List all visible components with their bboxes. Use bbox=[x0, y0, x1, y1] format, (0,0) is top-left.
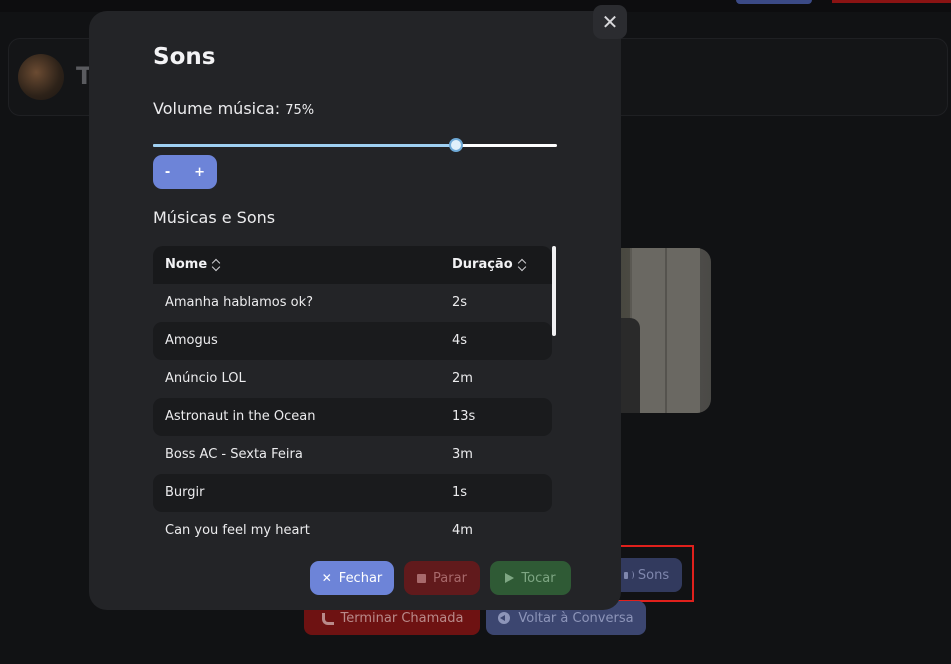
video-door-gap bbox=[665, 248, 667, 413]
avatar[interactable] bbox=[18, 54, 64, 100]
row-name: Anúncio LOL bbox=[165, 371, 246, 386]
row-duration: 2m bbox=[452, 371, 473, 386]
top-action-button[interactable] bbox=[736, 0, 812, 4]
table-row[interactable]: Can you feel my heart 4m bbox=[153, 512, 552, 540]
volume-percent: 75% bbox=[285, 103, 315, 118]
play-button[interactable]: Tocar bbox=[490, 561, 571, 595]
top-danger-button[interactable] bbox=[832, 0, 951, 3]
volume-slider[interactable] bbox=[153, 138, 557, 152]
modal-title: Sons bbox=[153, 44, 216, 70]
volume-slider-fill bbox=[153, 144, 456, 147]
sort-icon bbox=[211, 258, 221, 272]
table-row[interactable]: Boss AC - Sexta Feira 3m bbox=[153, 436, 552, 474]
table-row[interactable]: Burgir 1s bbox=[153, 474, 552, 512]
column-header-name-label: Nome bbox=[165, 257, 208, 272]
table-row[interactable]: Amanha hablamos ok? 2s bbox=[153, 284, 552, 322]
row-duration: 2s bbox=[452, 295, 468, 310]
play-button-label: Tocar bbox=[521, 570, 556, 586]
row-duration: 13s bbox=[452, 409, 476, 424]
volume-increase-button[interactable]: + bbox=[188, 165, 211, 180]
row-name: Boss AC - Sexta Feira bbox=[165, 447, 303, 462]
row-duration: 4s bbox=[452, 333, 468, 348]
stop-button-label: Parar bbox=[433, 570, 467, 586]
phone-icon bbox=[321, 612, 333, 624]
sounds-table: Nome Duração Amanha hablamos ok? 2s Amog… bbox=[153, 246, 553, 540]
row-name: Amogus bbox=[165, 333, 218, 348]
play-icon bbox=[505, 573, 515, 583]
table-scrollbar[interactable] bbox=[552, 246, 556, 336]
close-button[interactable]: ✕ Fechar bbox=[310, 561, 394, 595]
sounds-section-title: Músicas e Sons bbox=[153, 208, 276, 227]
close-icon: ✕ bbox=[321, 571, 332, 585]
stop-button[interactable]: Parar bbox=[404, 561, 480, 595]
back-to-chat-label: Voltar à Conversa bbox=[518, 610, 634, 626]
end-call-label: Terminar Chamada bbox=[340, 610, 464, 626]
close-button-label: Fechar bbox=[338, 570, 383, 586]
volume-label: Volume música: 75% bbox=[153, 99, 314, 118]
volume-stepper: - + bbox=[153, 155, 217, 189]
volume-decrease-button[interactable]: - bbox=[159, 165, 176, 180]
column-header-duration-label: Duração bbox=[452, 257, 513, 272]
column-header-duration[interactable]: Duração bbox=[452, 257, 527, 272]
row-name: Burgir bbox=[165, 485, 205, 500]
modal-close-button[interactable]: ✕ bbox=[593, 5, 627, 39]
row-name: Astronaut in the Ocean bbox=[165, 409, 316, 424]
table-row[interactable]: Amogus 4s bbox=[153, 322, 552, 360]
sort-icon bbox=[517, 258, 527, 272]
row-duration: 4m bbox=[452, 523, 473, 538]
table-header: Nome Duração bbox=[153, 246, 552, 284]
column-header-name[interactable]: Nome bbox=[165, 257, 221, 272]
table-row[interactable]: Astronaut in the Ocean 13s bbox=[153, 398, 552, 436]
row-name: Amanha hablamos ok? bbox=[165, 295, 314, 310]
volume-slider-thumb[interactable] bbox=[449, 138, 463, 152]
row-duration: 3m bbox=[452, 447, 473, 462]
table-row[interactable]: Anúncio LOL 2m bbox=[153, 360, 552, 398]
row-name: Can you feel my heart bbox=[165, 523, 310, 538]
row-duration: 1s bbox=[452, 485, 468, 500]
stop-icon bbox=[417, 573, 427, 583]
back-arrow-icon bbox=[498, 612, 511, 624]
close-icon: ✕ bbox=[601, 10, 619, 34]
volume-label-text: Volume música: bbox=[153, 99, 281, 118]
